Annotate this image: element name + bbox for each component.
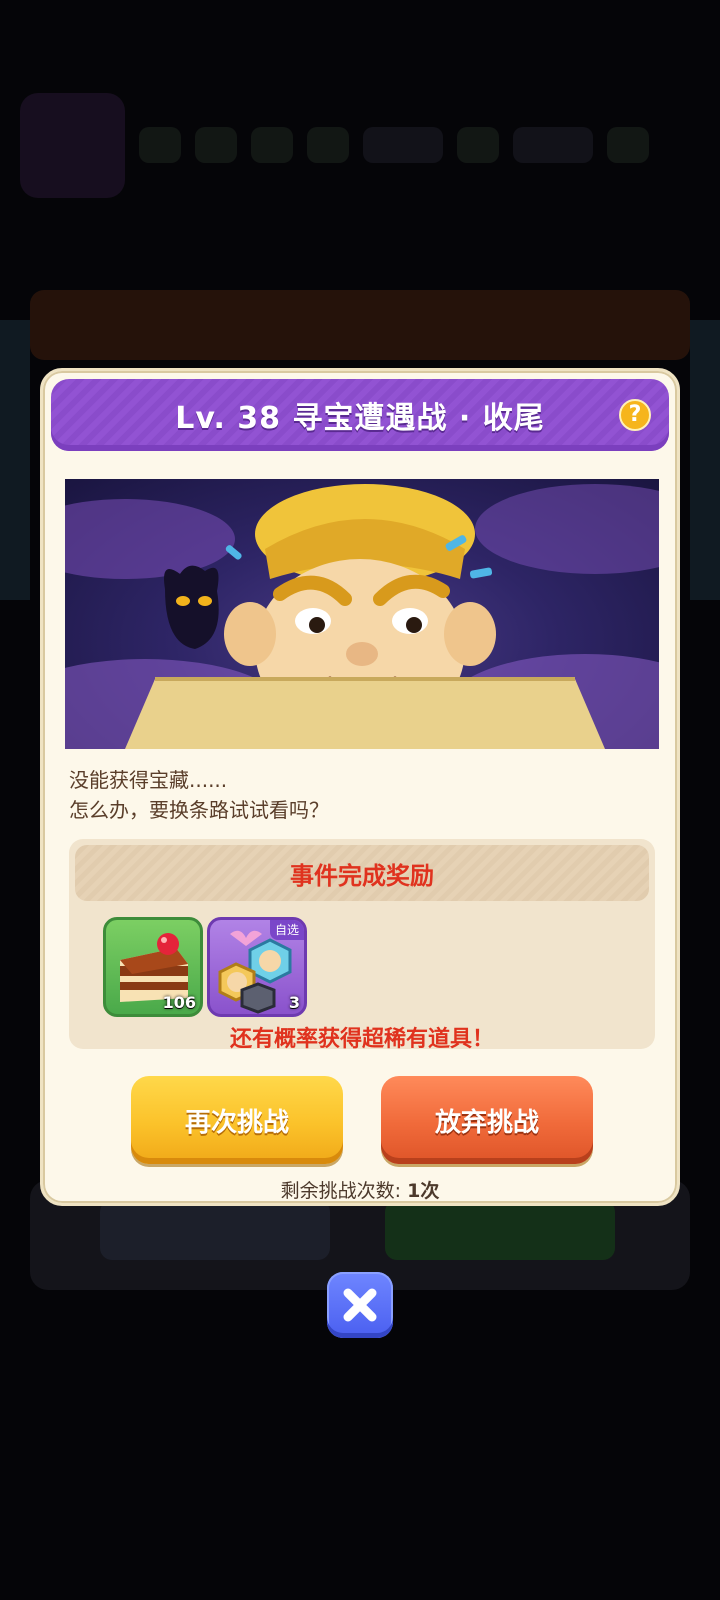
dialog-title: Lv. 38 寻宝遭遇战 · 收尾 <box>175 401 545 436</box>
background-chip <box>363 127 443 163</box>
event-scene-illustration <box>65 479 659 749</box>
background-chip <box>139 127 181 163</box>
story-line: 没能获得宝藏...... <box>69 768 228 792</box>
remaining-attempts: 剩余挑战次数: 1次 <box>43 1176 677 1203</box>
reward-title: 事件完成奖励 <box>290 861 434 890</box>
background-button <box>385 1200 615 1260</box>
item-count: 3 <box>288 993 300 1012</box>
remaining-value: 1次 <box>407 1180 440 1202</box>
reward-item-cake[interactable]: 106 <box>103 917 203 1017</box>
background-chip <box>251 127 293 163</box>
background-chip <box>195 127 237 163</box>
event-story-text: 没能获得宝藏...... 怎么办，要换条路试试看吗？ <box>69 765 659 825</box>
background-button <box>100 1200 330 1260</box>
event-result-dialog: Lv. 38 寻宝遭遇战 · 收尾 ? 没能获得宝藏...... 怎么办，要换条… <box>40 368 680 1206</box>
background-top-bar <box>20 90 700 200</box>
background-avatar <box>20 92 125 198</box>
story-line: 怎么办，要换条路试试看吗？ <box>69 798 329 822</box>
give-up-button-label: 放弃挑战 <box>434 1107 539 1138</box>
retry-button[interactable]: 再次挑战 <box>131 1076 343 1164</box>
reward-note: 还有概率获得超稀有道具！ <box>229 1027 494 1052</box>
background-banner <box>30 290 690 360</box>
background-chip <box>607 127 649 163</box>
background-side-panel <box>690 320 720 600</box>
reward-item-hero-selection[interactable]: 自选 3 <box>207 917 307 1017</box>
scene-artwork <box>65 484 659 749</box>
background-chip <box>513 127 593 163</box>
close-x-icon <box>343 1288 377 1322</box>
retry-button-label: 再次挑战 <box>184 1107 289 1138</box>
item-badge: 自选 <box>269 920 304 940</box>
background-chip <box>307 127 349 163</box>
give-up-button[interactable]: 放弃挑战 <box>381 1076 593 1164</box>
question-mark-icon[interactable]: ? <box>619 399 651 431</box>
close-button[interactable] <box>327 1272 393 1338</box>
background-chip <box>457 127 499 163</box>
reward-header: 事件完成奖励 <box>75 845 649 901</box>
item-count: 106 <box>162 993 196 1012</box>
background-side-panel <box>0 320 30 600</box>
reward-panel: 事件完成奖励 106 自选 3 还有概率获得超稀有道具！ <box>69 839 655 1052</box>
remaining-label: 剩余挑战次数: <box>280 1180 402 1202</box>
dialog-title-bar: Lv. 38 寻宝遭遇战 · 收尾 ? <box>51 379 669 451</box>
